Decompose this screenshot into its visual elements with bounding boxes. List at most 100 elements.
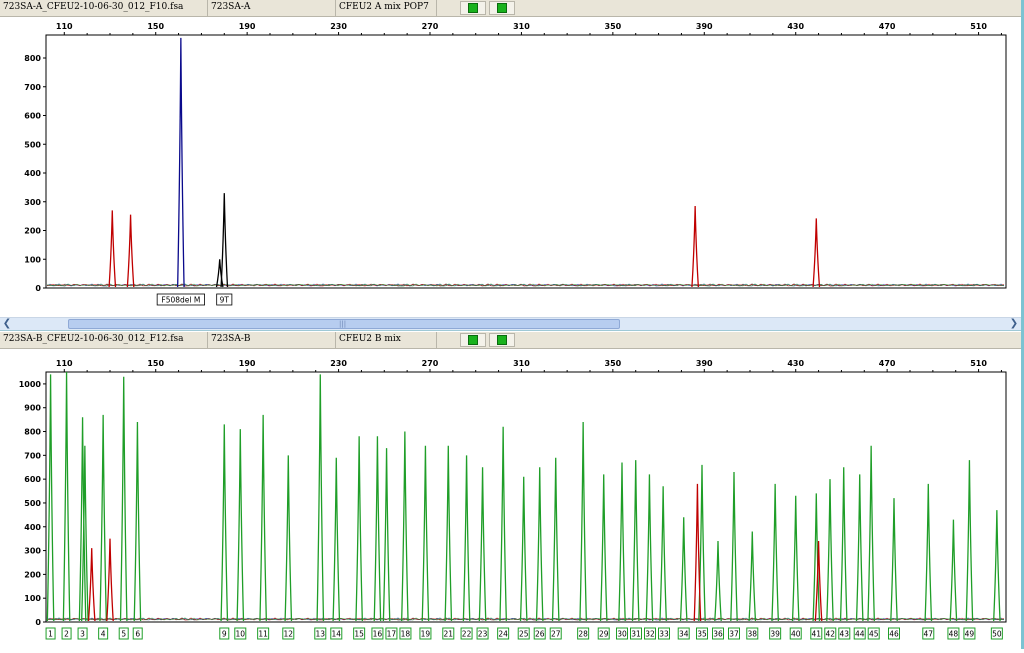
marker-label: 2 (64, 630, 69, 639)
plot-frame (45, 34, 1007, 289)
x-tick-label: 430 (787, 359, 804, 368)
x-tick-label: 190 (239, 22, 256, 31)
marker-label: 42 (826, 630, 836, 639)
marker-label: 12 (284, 630, 294, 639)
marker-label: 9 (222, 630, 227, 639)
y-tick-label: 100 (24, 255, 41, 264)
panel-a-panel-name: CFEU2 A mix POP7 (336, 0, 437, 16)
scrollbar-thumb[interactable]: ||| (68, 319, 620, 329)
marker-label: 26 (535, 630, 545, 639)
panel-b-panel-name: CFEU2 B mix (336, 332, 437, 348)
marker-label: 16 (373, 630, 383, 639)
panel-a-sample-name: 723SA-A (208, 0, 336, 16)
panel-a-file-name: 723SA-A_CFEU2-10-06-30_012_F10.fsa (0, 0, 208, 16)
marker-label: 40 (791, 630, 801, 639)
allele-label: F508del M (161, 296, 200, 305)
marker-label: 10 (236, 630, 246, 639)
y-tick-label: 300 (24, 547, 41, 556)
x-tick-label: 510 (970, 359, 987, 368)
marker-label: 37 (729, 630, 739, 639)
y-tick-label: 500 (24, 499, 41, 508)
y-tick-label: 600 (24, 475, 41, 484)
x-tick-label: 430 (787, 22, 804, 31)
marker-label: 46 (889, 630, 899, 639)
x-tick-label: 510 (970, 22, 987, 31)
x-tick-label: 390 (696, 22, 713, 31)
green-dye-icon (468, 335, 478, 345)
y-tick-label: 400 (24, 169, 41, 178)
y-tick-label: 1000 (19, 380, 42, 389)
panel-a-dye-button-1[interactable] (460, 1, 486, 15)
y-tick-label: 100 (24, 594, 41, 603)
y-tick-label: 800 (24, 428, 41, 437)
marker-label: 36 (713, 630, 723, 639)
marker-label: 25 (519, 630, 529, 639)
x-tick-label: 270 (422, 22, 439, 31)
marker-label: 13 (316, 630, 326, 639)
marker-label: 28 (578, 630, 588, 639)
x-tick-label: 350 (605, 359, 622, 368)
marker-label: 39 (770, 630, 780, 639)
y-tick-label: 800 (24, 54, 41, 63)
marker-label: 33 (659, 630, 669, 639)
x-tick-label: 230 (330, 22, 347, 31)
marker-label: 48 (949, 630, 959, 639)
x-tick-label: 470 (879, 22, 896, 31)
marker-label: 1 (48, 630, 53, 639)
x-tick-label: 230 (330, 359, 347, 368)
electropherogram-a: 110 150 190 230 270 310 350 390 430 470 510 0 100 200… (24, 22, 1007, 306)
y-tick-label: 600 (24, 112, 41, 121)
scroll-left-icon[interactable]: ❮ (0, 318, 14, 331)
marker-label: 49 (965, 630, 975, 639)
marker-label: 43 (840, 630, 850, 639)
x-tick-label: 190 (239, 359, 256, 368)
marker-label: 11 (258, 630, 268, 639)
x-tick-label: 110 (56, 22, 73, 31)
y-tick-label: 400 (24, 523, 41, 532)
x-tick-label: 390 (696, 359, 713, 368)
marker-label: 41 (812, 630, 822, 639)
marker-label: 23 (478, 630, 488, 639)
x-tick-label: 310 (513, 22, 530, 31)
y-tick-label: 0 (35, 284, 41, 293)
panel-b-sample-name: 723SA-B (208, 332, 336, 348)
marker-label: 35 (697, 630, 707, 639)
panel-b-dye-button-2[interactable] (489, 333, 515, 347)
scroll-right-icon[interactable]: ❯ (1007, 318, 1021, 331)
panel-b-header: 723SA-B_CFEU2-10-06-30_012_F12.fsa 723SA… (0, 332, 1024, 349)
y-tick-label: 900 (24, 404, 41, 413)
electropherogram-panel-a: 110 150 190 230 270 310 350 390 430 470 510 0 100 200… (0, 17, 1024, 317)
marker-label: 29 (599, 630, 609, 639)
marker-label: 34 (679, 630, 689, 639)
y-tick-label: 700 (24, 83, 41, 92)
marker-label: 3 (80, 630, 85, 639)
marker-label: 5 (121, 630, 126, 639)
x-tick-label: 350 (605, 22, 622, 31)
marker-label: 32 (645, 630, 655, 639)
panel-b-file-name: 723SA-B_CFEU2-10-06-30_012_F12.fsa (0, 332, 208, 348)
horizontal-scrollbar[interactable]: ❮ ||| ❯ (0, 317, 1024, 331)
y-tick-label: 500 (24, 140, 41, 149)
marker-label: 44 (855, 630, 865, 639)
marker-label: 6 (135, 630, 140, 639)
x-tick-label: 270 (422, 359, 439, 368)
marker-label: 30 (617, 630, 627, 639)
panel-a-header: 723SA-A_CFEU2-10-06-30_012_F10.fsa 723SA… (0, 0, 1024, 17)
marker-label: 31 (631, 630, 641, 639)
marker-label: 18 (401, 630, 411, 639)
x-tick-label: 470 (879, 359, 896, 368)
marker-label: 22 (462, 630, 472, 639)
panel-b-dye-button-1[interactable] (460, 333, 486, 347)
marker-label: 27 (551, 630, 561, 639)
x-tick-label: 110 (56, 359, 73, 368)
marker-label: 4 (101, 630, 106, 639)
marker-label: 24 (498, 630, 508, 639)
green-dye-icon (468, 3, 478, 13)
marker-label: 38 (748, 630, 758, 639)
y-tick-label: 300 (24, 198, 41, 207)
marker-label: 45 (869, 630, 879, 639)
y-tick-label: 700 (24, 451, 41, 460)
marker-label: 15 (354, 630, 364, 639)
panel-a-dye-button-2[interactable] (489, 1, 515, 15)
marker-label: 50 (992, 630, 1002, 639)
